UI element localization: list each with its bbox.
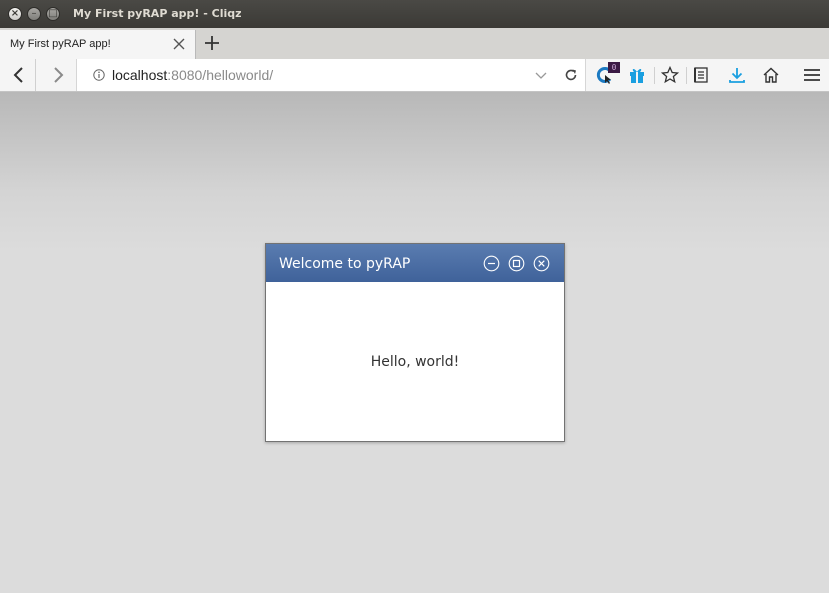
- url-host: localhost: [112, 67, 168, 83]
- new-tab-icon[interactable]: [203, 34, 221, 52]
- dialog-close-icon[interactable]: [533, 255, 550, 272]
- url-history-dropdown-icon[interactable]: [535, 70, 547, 80]
- home-icon[interactable]: [762, 66, 780, 84]
- reading-list-icon[interactable]: [692, 66, 710, 84]
- back-arrow-icon: [13, 67, 23, 83]
- window-title: My First pyRAP app! - Cliqz: [73, 7, 242, 20]
- dialog-body-text: Hello, world!: [370, 354, 460, 370]
- forward-button[interactable]: [38, 59, 74, 91]
- reload-icon[interactable]: [563, 67, 579, 83]
- site-info-icon[interactable]: [93, 69, 105, 81]
- address-bar[interactable]: localhost:8080/helloworld/: [76, 59, 586, 91]
- forward-arrow-icon: [54, 67, 64, 83]
- back-button[interactable]: [0, 59, 36, 91]
- os-titlebar: × – □ My First pyRAP app! - Cliqz: [0, 0, 829, 28]
- dialog-minimize-icon[interactable]: [483, 255, 500, 272]
- dialog-header[interactable]: Welcome to pyRAP: [266, 244, 564, 282]
- bookmark-star-icon[interactable]: [661, 66, 679, 84]
- window-maximize-button[interactable]: □: [46, 7, 60, 21]
- url-path: :8080/helloworld/: [167, 67, 274, 83]
- hamburger-menu-icon[interactable]: [803, 66, 821, 84]
- tab-title: My First pyRAP app!: [10, 38, 111, 50]
- tab-close-icon[interactable]: [171, 36, 187, 52]
- toolbar-separator: [654, 67, 655, 84]
- window-close-button[interactable]: ×: [8, 7, 22, 21]
- tab-active[interactable]: My First pyRAP app!: [0, 30, 196, 59]
- extension-badge: 0: [608, 62, 620, 73]
- window-minimize-button[interactable]: –: [27, 7, 41, 21]
- welcome-dialog: Welcome to pyRAP Hello, world!: [265, 243, 565, 442]
- dialog-title: Welcome to pyRAP: [279, 256, 411, 272]
- toolbar-separator-2: [686, 67, 687, 84]
- nav-bar: localhost:8080/helloworld/: [0, 59, 829, 92]
- tab-strip: My First pyRAP app!: [0, 28, 829, 59]
- download-icon[interactable]: [728, 66, 746, 84]
- gift-icon[interactable]: [628, 66, 646, 84]
- url-text[interactable]: localhost:8080/helloworld/: [112, 59, 273, 91]
- dialog-maximize-icon[interactable]: [508, 255, 525, 272]
